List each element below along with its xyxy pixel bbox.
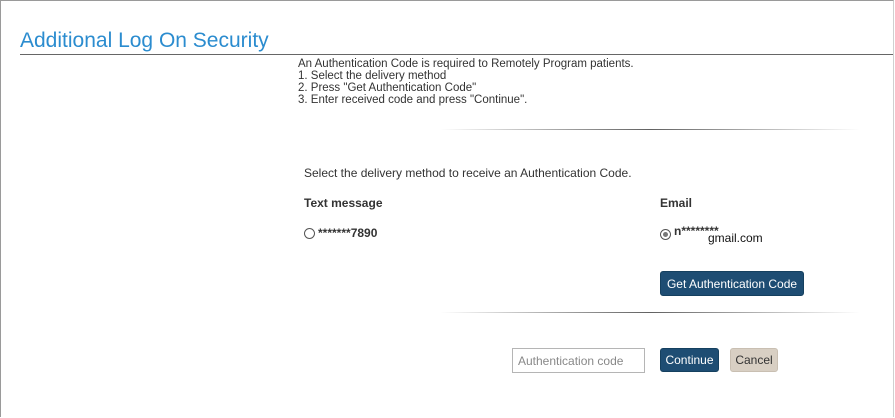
email-option[interactable]: n******** gmail.com [660,224,814,245]
page-title: Additional Log On Security [20,29,269,52]
email-address: n******** gmail.com [674,224,814,245]
section-divider-top [440,129,860,130]
text-message-heading: Text message [304,196,383,210]
text-message-option[interactable]: *******7890 [304,226,377,240]
instructions: An Authentication Code is required to Re… [298,58,634,106]
authentication-code-input[interactable] [512,348,645,373]
text-message-radio[interactable] [304,227,315,239]
get-authentication-code-button[interactable]: Get Authentication Code [660,271,804,296]
instructions-step-3: 3. Enter received code and press "Contin… [298,94,528,106]
delivery-method-prompt: Select the delivery method to receive an… [304,166,632,180]
section-divider-bottom [440,312,860,313]
email-radio[interactable] [660,228,671,240]
instructions-intro: An Authentication Code is required to Re… [298,58,634,70]
text-message-number: *******7890 [318,226,378,240]
email-heading: Email [660,196,693,210]
continue-button[interactable]: Continue [660,348,719,372]
cancel-button[interactable]: Cancel [730,348,778,372]
title-divider [20,54,893,55]
instructions-step-2: 2. Press "Get Authentication Code" [298,82,477,94]
instructions-step-1: 1. Select the delivery method [298,70,447,82]
email-domain: gmail.com [706,231,765,245]
